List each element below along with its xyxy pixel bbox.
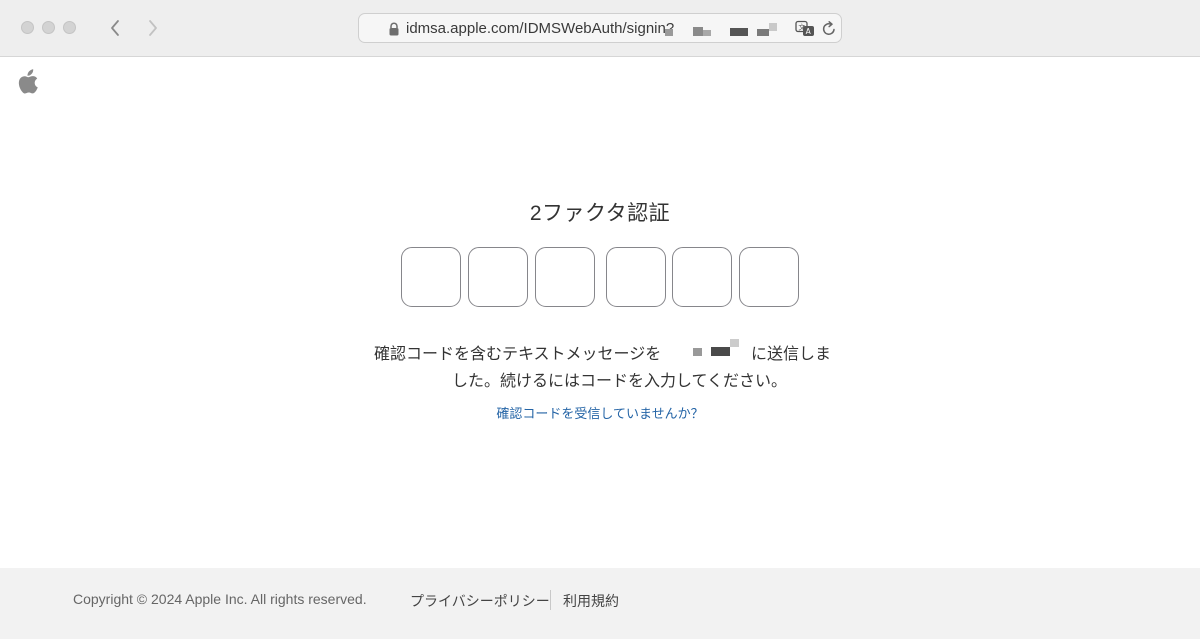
- redacted-block: [693, 27, 703, 36]
- url-text: idmsa.apple.com/IDMSWebAuth/signin?: [406, 20, 675, 37]
- redacted-phone-number: [711, 347, 730, 356]
- chevron-left-icon: [111, 20, 119, 36]
- code-digit-4-input[interactable]: [606, 247, 666, 307]
- code-digit-1-input[interactable]: [401, 247, 461, 307]
- svg-text:A: A: [806, 27, 812, 36]
- back-button[interactable]: [102, 14, 128, 42]
- zoom-window-button[interactable]: [63, 21, 76, 34]
- privacy-policy-link[interactable]: プライバシーポリシー: [410, 591, 550, 611]
- close-window-button[interactable]: [21, 21, 34, 34]
- lock-icon: [389, 22, 399, 36]
- instruction-text-end: に送信しま: [751, 346, 832, 363]
- code-digit-6-input[interactable]: [739, 247, 799, 307]
- copyright-text: Copyright © 2024 Apple Inc. All rights r…: [73, 591, 367, 607]
- address-bar[interactable]: idmsa.apple.com/IDMSWebAuth/signin? 文 A: [358, 13, 842, 43]
- code-digit-5-input[interactable]: [672, 247, 732, 307]
- terms-of-use-link[interactable]: 利用規約: [563, 591, 619, 611]
- redacted-block: [769, 23, 777, 31]
- reload-icon[interactable]: [821, 21, 837, 37]
- apple-logo-icon: [18, 69, 38, 94]
- instruction-text-line2: した。続けるにはコードを入力してください。: [452, 373, 788, 390]
- page-title: 2ファクタ認証: [529, 202, 671, 225]
- code-digit-2-input[interactable]: [468, 247, 528, 307]
- resend-code-link[interactable]: 確認コードを受信していませんか？: [0, 403, 1200, 422]
- redacted-block: [665, 29, 673, 36]
- minimize-window-button[interactable]: [42, 21, 55, 34]
- chevron-right-icon: [149, 20, 157, 36]
- redacted-block: [730, 28, 748, 36]
- browser-toolbar: idmsa.apple.com/IDMSWebAuth/signin? 文 A: [0, 0, 1200, 57]
- redacted-block: [703, 30, 711, 36]
- redacted-phone-number: [730, 339, 739, 347]
- instruction-text-start: 確認コードを含むテキストメッセージを: [374, 346, 662, 363]
- footer-divider: [550, 590, 551, 610]
- translate-icon[interactable]: 文 A: [795, 20, 815, 38]
- footer: Copyright © 2024 Apple Inc. All rights r…: [0, 568, 1200, 639]
- code-digit-3-input[interactable]: [535, 247, 595, 307]
- redacted-block: [757, 29, 769, 36]
- redacted-phone-number: [693, 348, 702, 356]
- forward-button[interactable]: [140, 14, 166, 42]
